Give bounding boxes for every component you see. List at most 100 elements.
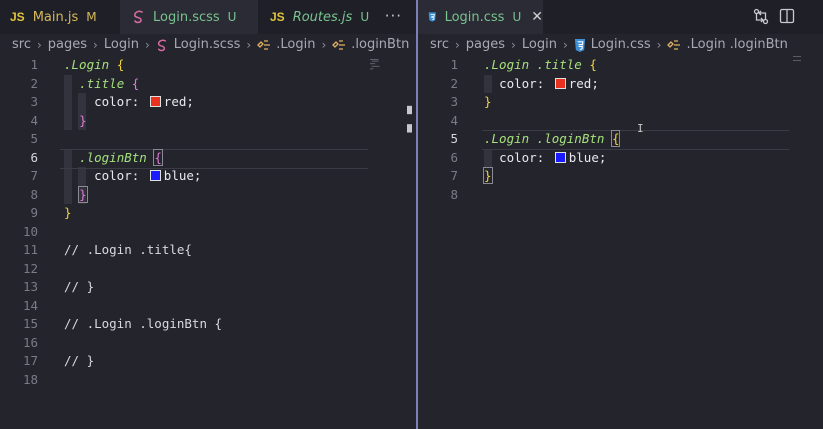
sass-file-icon (157, 39, 166, 51)
selector: .loginBtn (79, 149, 147, 165)
line-number: 2 (30, 75, 38, 91)
more-actions-icon[interactable]: ··· (385, 7, 402, 25)
sass-file-icon (134, 10, 143, 24)
breadcrumb-item[interactable]: src (12, 34, 31, 56)
tab-label: Main.js (32, 9, 79, 25)
line-number: 12 (22, 260, 38, 276)
breadcrumb-item[interactable]: pages (466, 34, 505, 56)
line-number: 9 (30, 205, 38, 220)
js-file-icon: JS (270, 10, 285, 24)
comment: // } (64, 353, 95, 368)
chevron-right-icon: › (656, 38, 662, 52)
line-number: 13 (22, 279, 38, 294)
js-file-icon: JS (10, 10, 25, 24)
line-number: 2 (450, 75, 458, 91)
property: color: (499, 149, 545, 165)
symbol-class-icon (667, 40, 681, 50)
chevron-right-icon: › (321, 38, 327, 52)
value: red; (568, 75, 599, 91)
breadcrumb-item[interactable]: Login.css (591, 34, 651, 56)
comment: // .Login .loginBtn { (64, 316, 223, 331)
untracked-badge: U (227, 10, 237, 24)
breadcrumb-item[interactable]: .Login (276, 34, 315, 56)
line-number: 3 (450, 94, 458, 109)
line-number: 7 (30, 168, 38, 183)
bracket: } (78, 185, 88, 203)
untracked-badge: U (360, 10, 370, 24)
tab-login-scss[interactable]: Login.scss U (120, 0, 258, 34)
line-number: 1 (30, 57, 38, 72)
bracket: } (64, 205, 72, 220)
chevron-right-icon: › (562, 38, 568, 52)
scrollbar[interactable] (407, 103, 412, 137)
breadcrumb-item[interactable]: Login (104, 34, 139, 56)
comment: // } (64, 279, 95, 294)
minimap[interactable] (370, 58, 382, 72)
line-number: 5 (30, 131, 38, 146)
bracket: } (79, 112, 87, 128)
breadcrumb-item[interactable]: pages (48, 34, 87, 56)
symbol-class-icon (332, 40, 346, 50)
property: color: (499, 75, 545, 91)
css-file-icon (428, 12, 436, 22)
tab-main-js[interactable]: JS Main.js M (0, 0, 120, 34)
chevron-right-icon: › (246, 38, 252, 52)
tab-label: Login.scss (153, 9, 220, 25)
breadcrumb-item[interactable]: .Login .loginBtn (686, 34, 787, 56)
breadcrumb-item[interactable]: src (430, 34, 449, 56)
bracket: } (484, 94, 492, 109)
line-number: 5 (450, 131, 458, 146)
selector: .title (79, 75, 125, 91)
line-number: 3 (30, 94, 38, 109)
value: blue; (568, 149, 607, 165)
left-editor-group: JS Main.js M Login.scss U JS Routes.js U… (0, 0, 416, 429)
line-number: 4 (450, 112, 458, 128)
color-swatch[interactable] (554, 77, 566, 89)
css-file-icon (574, 38, 585, 52)
bracket: { (153, 148, 163, 166)
color-swatch[interactable] (554, 151, 566, 163)
tab-routes-js[interactable]: JS Routes.js U (258, 0, 378, 34)
line-number: 15 (22, 316, 38, 331)
tab-login-css[interactable]: Login.css U ✕ (418, 0, 543, 34)
selector: .Login .loginBtn (484, 131, 605, 146)
close-icon[interactable]: ✕ (531, 9, 543, 25)
bracket: { (589, 57, 597, 72)
breadcrumb: src › pages › Login › Login.css › .Login .lo… (418, 34, 823, 56)
value: red; (163, 94, 194, 109)
text-cursor-icon: I (637, 122, 644, 135)
chevron-right-icon: › (36, 38, 42, 52)
line-number: 6 (30, 149, 38, 165)
property: color: (94, 168, 140, 183)
bracket: } (483, 167, 493, 184)
breadcrumb-item[interactable]: Login (522, 34, 557, 56)
color-swatch[interactable] (149, 96, 161, 107)
line-number: 18 (22, 371, 38, 387)
breadcrumb-item[interactable]: .loginBtn (351, 34, 409, 56)
breadcrumb-item[interactable]: Login.scss (174, 34, 241, 56)
line-number: 8 (450, 186, 458, 202)
line-number: 17 (22, 353, 38, 368)
line-number: 10 (22, 223, 38, 239)
line-number: 14 (22, 297, 38, 313)
line-number: 11 (22, 242, 38, 257)
line-number: 1 (450, 57, 458, 72)
code-editor[interactable]: 1 .Login { 2 .title { 3 color: red; 4 } 5… (0, 56, 416, 429)
bracket: { (611, 130, 621, 147)
minimap[interactable] (793, 56, 803, 62)
color-swatch[interactable] (149, 170, 161, 181)
untracked-badge: U (512, 10, 522, 24)
chevron-right-icon: › (93, 38, 98, 52)
code-editor[interactable]: 1 .Login .title { 2 color: red; 3} 4 5 .Lo… (418, 56, 823, 429)
modified-badge: M (86, 10, 97, 24)
tab-label: Login.css (444, 9, 505, 25)
open-changes-icon[interactable] (753, 8, 769, 25)
line-number: 16 (22, 334, 38, 350)
right-editor-group: Login.css U ✕ src › pages › Login › Login.c… (418, 0, 823, 429)
chevron-right-icon: › (511, 38, 516, 52)
tab-label: Routes.js (292, 9, 353, 25)
bracket: { (131, 75, 140, 91)
symbol-class-icon (257, 40, 271, 50)
selector: .Login (64, 57, 110, 72)
split-editor-icon[interactable] (779, 8, 795, 24)
